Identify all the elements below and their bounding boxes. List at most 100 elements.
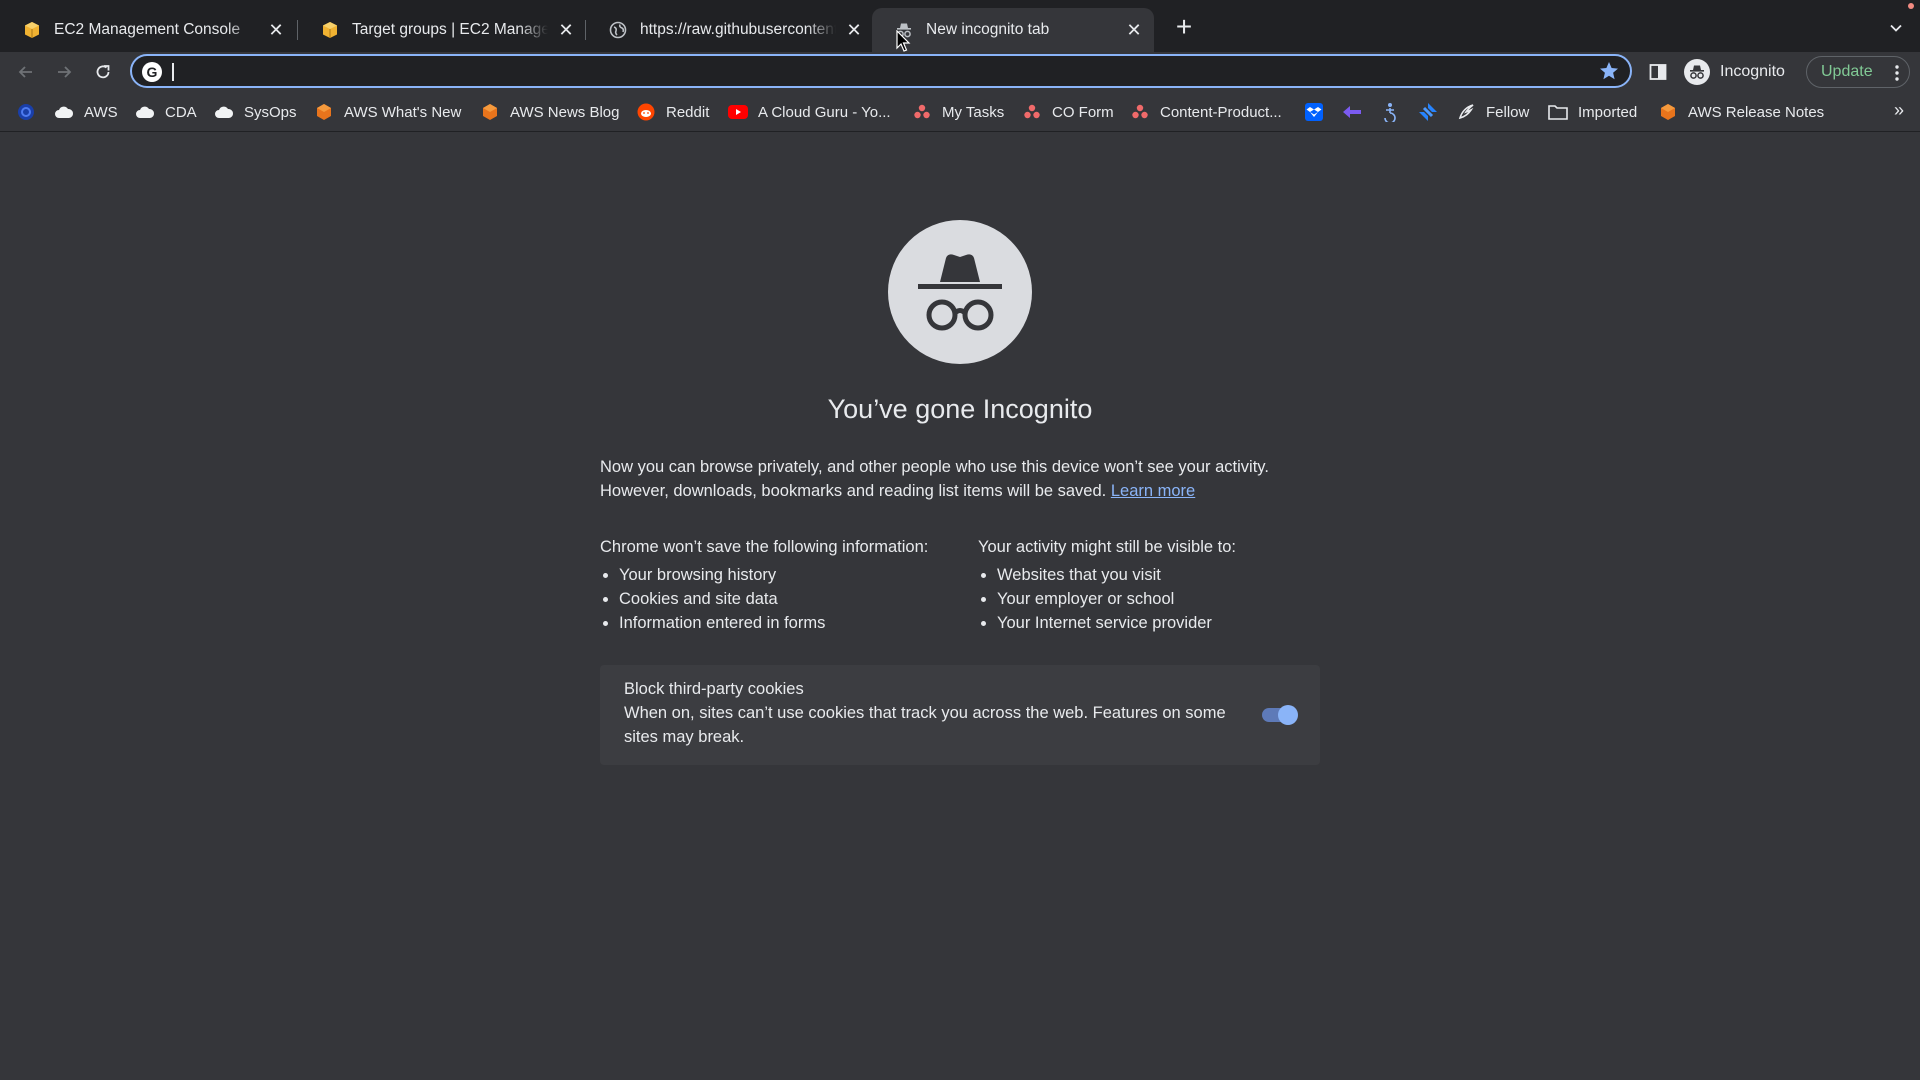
toolbar: G Incognito Update	[0, 52, 1920, 92]
learn-more-link[interactable]: Learn more	[1111, 482, 1195, 500]
tab-title: New incognito tab	[926, 21, 1050, 38]
star-icon[interactable]	[1598, 60, 1620, 82]
accessibility-icon	[1380, 102, 1400, 122]
list-item: Information entered in forms	[619, 611, 970, 635]
tab-ec2-console[interactable]: EC2 Management Console ✕	[0, 10, 296, 50]
wont-save-list: Your browsing history Cookies and site d…	[600, 563, 970, 635]
tab-strip: EC2 Management Console ✕ Target groups |…	[0, 0, 1920, 52]
side-panel-icon[interactable]	[1648, 62, 1668, 82]
reload-button[interactable]	[91, 60, 115, 84]
tab-new-incognito[interactable]: New incognito tab ✕	[872, 8, 1154, 52]
bookmark-fellow[interactable]: Fellow	[1456, 101, 1529, 123]
arrow-right-icon	[58, 66, 72, 78]
cloud-icon	[214, 102, 234, 122]
more-vert-icon	[1895, 65, 1899, 81]
tab-title: EC2 Management Console	[54, 21, 241, 38]
bookmark-aws-news-blog[interactable]: AWS News Blog	[480, 101, 619, 123]
bookmark-label: Reddit	[666, 103, 710, 121]
bookmark-arrow-logo[interactable]	[1342, 101, 1362, 123]
new-tab-button[interactable]: +	[1172, 13, 1196, 41]
bookmark-jira[interactable]	[1418, 101, 1438, 123]
bookmark-label: Content-Product...	[1160, 103, 1282, 121]
folder-icon	[1548, 102, 1568, 122]
bookmark-aws-whats-new[interactable]: AWS What's New	[314, 101, 461, 123]
asana-icon	[1130, 102, 1150, 122]
close-icon[interactable]: ✕	[556, 20, 576, 40]
reload-icon	[96, 65, 110, 79]
arrow-left-icon	[18, 66, 32, 78]
update-button[interactable]: Update	[1806, 56, 1910, 88]
bookmark-label: CDA	[165, 103, 197, 121]
back-button[interactable]	[14, 60, 38, 84]
notification-dot	[1908, 3, 1914, 9]
still-visible-title: Your activity might still be visible to:	[978, 538, 1236, 556]
dropbox-icon	[1304, 102, 1324, 122]
list-item: Your Internet service provider	[997, 611, 1320, 635]
blue-circle-icon	[16, 102, 36, 122]
omnibox-input[interactable]	[170, 60, 1574, 84]
chevron-down-icon[interactable]	[1886, 18, 1906, 38]
aws-box-icon	[22, 20, 42, 40]
third-party-cookies-card: Block third-party cookies When on, sites…	[600, 665, 1320, 765]
asana-icon	[912, 102, 932, 122]
bookmark-my-tasks[interactable]: My Tasks	[912, 101, 1004, 123]
bookmark-aws-release-notes[interactable]: AWS Release Notes	[1658, 101, 1824, 123]
bookmark-reddit[interactable]: Reddit	[636, 101, 709, 123]
bookmark-label: Imported	[1578, 103, 1638, 121]
toggle-knob	[1278, 705, 1298, 725]
bookmarks-overflow-button[interactable]: »	[1894, 100, 1904, 121]
profile-label: Incognito	[1720, 63, 1785, 80]
list-item: Websites that you visit	[997, 563, 1320, 587]
cookie-setting-description: When on, sites can’t use cookies that tr…	[624, 704, 1226, 746]
incognito-hero-icon	[888, 220, 1032, 364]
globe-icon	[608, 20, 628, 40]
update-label: Update	[1821, 63, 1873, 80]
mouse-cursor-icon	[896, 30, 911, 52]
aws-cube-icon	[1658, 102, 1678, 122]
fellow-icon	[1456, 102, 1476, 122]
close-icon[interactable]: ✕	[1124, 20, 1144, 40]
cloud-icon	[54, 102, 74, 122]
arrow-logo-icon	[1342, 102, 1362, 122]
list-item: Your employer or school	[997, 587, 1320, 611]
bookmark-imported-folder[interactable]: Imported	[1548, 101, 1637, 123]
google-icon: G	[142, 62, 162, 82]
bookmark-blue-circle[interactable]	[16, 101, 36, 123]
bookmark-label: CO Form	[1052, 103, 1114, 121]
bookmark-a-cloud-guru[interactable]: A Cloud Guru - Yo...	[728, 101, 891, 123]
cookie-setting-title: Block third-party cookies	[624, 680, 804, 698]
block-cookies-toggle[interactable]	[1262, 705, 1298, 725]
bookmark-dropbox[interactable]	[1304, 101, 1324, 123]
list-item: Cookies and site data	[619, 587, 970, 611]
tab-github-raw[interactable]: https://raw.githubusercontent.com ✕	[586, 10, 874, 50]
close-icon[interactable]: ✕	[844, 20, 864, 40]
bookmark-label: My Tasks	[942, 103, 1005, 121]
bookmark-content-product[interactable]: Content-Product...	[1130, 101, 1282, 123]
jira-icon	[1418, 102, 1438, 122]
profile-button[interactable]: Incognito	[1680, 56, 1795, 88]
list-item: Your browsing history	[619, 563, 970, 587]
incognito-icon	[1684, 59, 1710, 85]
still-visible-list: Websites that you visit Your employer or…	[978, 563, 1320, 635]
page-title: You’ve gone Incognito	[827, 394, 1093, 424]
tab-target-groups[interactable]: Target groups | EC2 Management Console ✕	[298, 10, 586, 50]
text-caret	[172, 63, 174, 81]
aws-cube-icon	[314, 102, 334, 122]
cloud-icon	[135, 102, 155, 122]
bookmark-label: SysOps	[244, 103, 297, 121]
aws-box-icon	[320, 20, 340, 40]
bookmark-label: AWS What's New	[344, 103, 462, 121]
bookmark-label: Fellow	[1486, 103, 1530, 121]
incognito-page: You’ve gone Incognito Now you can browse…	[0, 132, 1920, 1080]
address-bar[interactable]: G	[130, 54, 1632, 88]
tab-title: https://raw.githubusercontent.com	[640, 21, 836, 38]
still-visible-section: Your activity might still be visible to:…	[978, 535, 1320, 635]
forward-button[interactable]	[52, 60, 76, 84]
bookmark-co-form[interactable]: CO Form	[1022, 101, 1114, 123]
bookmark-label: AWS News Blog	[510, 103, 620, 121]
bookmark-accessibility[interactable]	[1380, 101, 1400, 123]
close-icon[interactable]: ✕	[266, 20, 286, 40]
bookmark-aws[interactable]: AWS	[54, 101, 118, 123]
bookmark-cda[interactable]: CDA	[135, 101, 197, 123]
bookmark-sysops[interactable]: SysOps	[214, 101, 297, 123]
